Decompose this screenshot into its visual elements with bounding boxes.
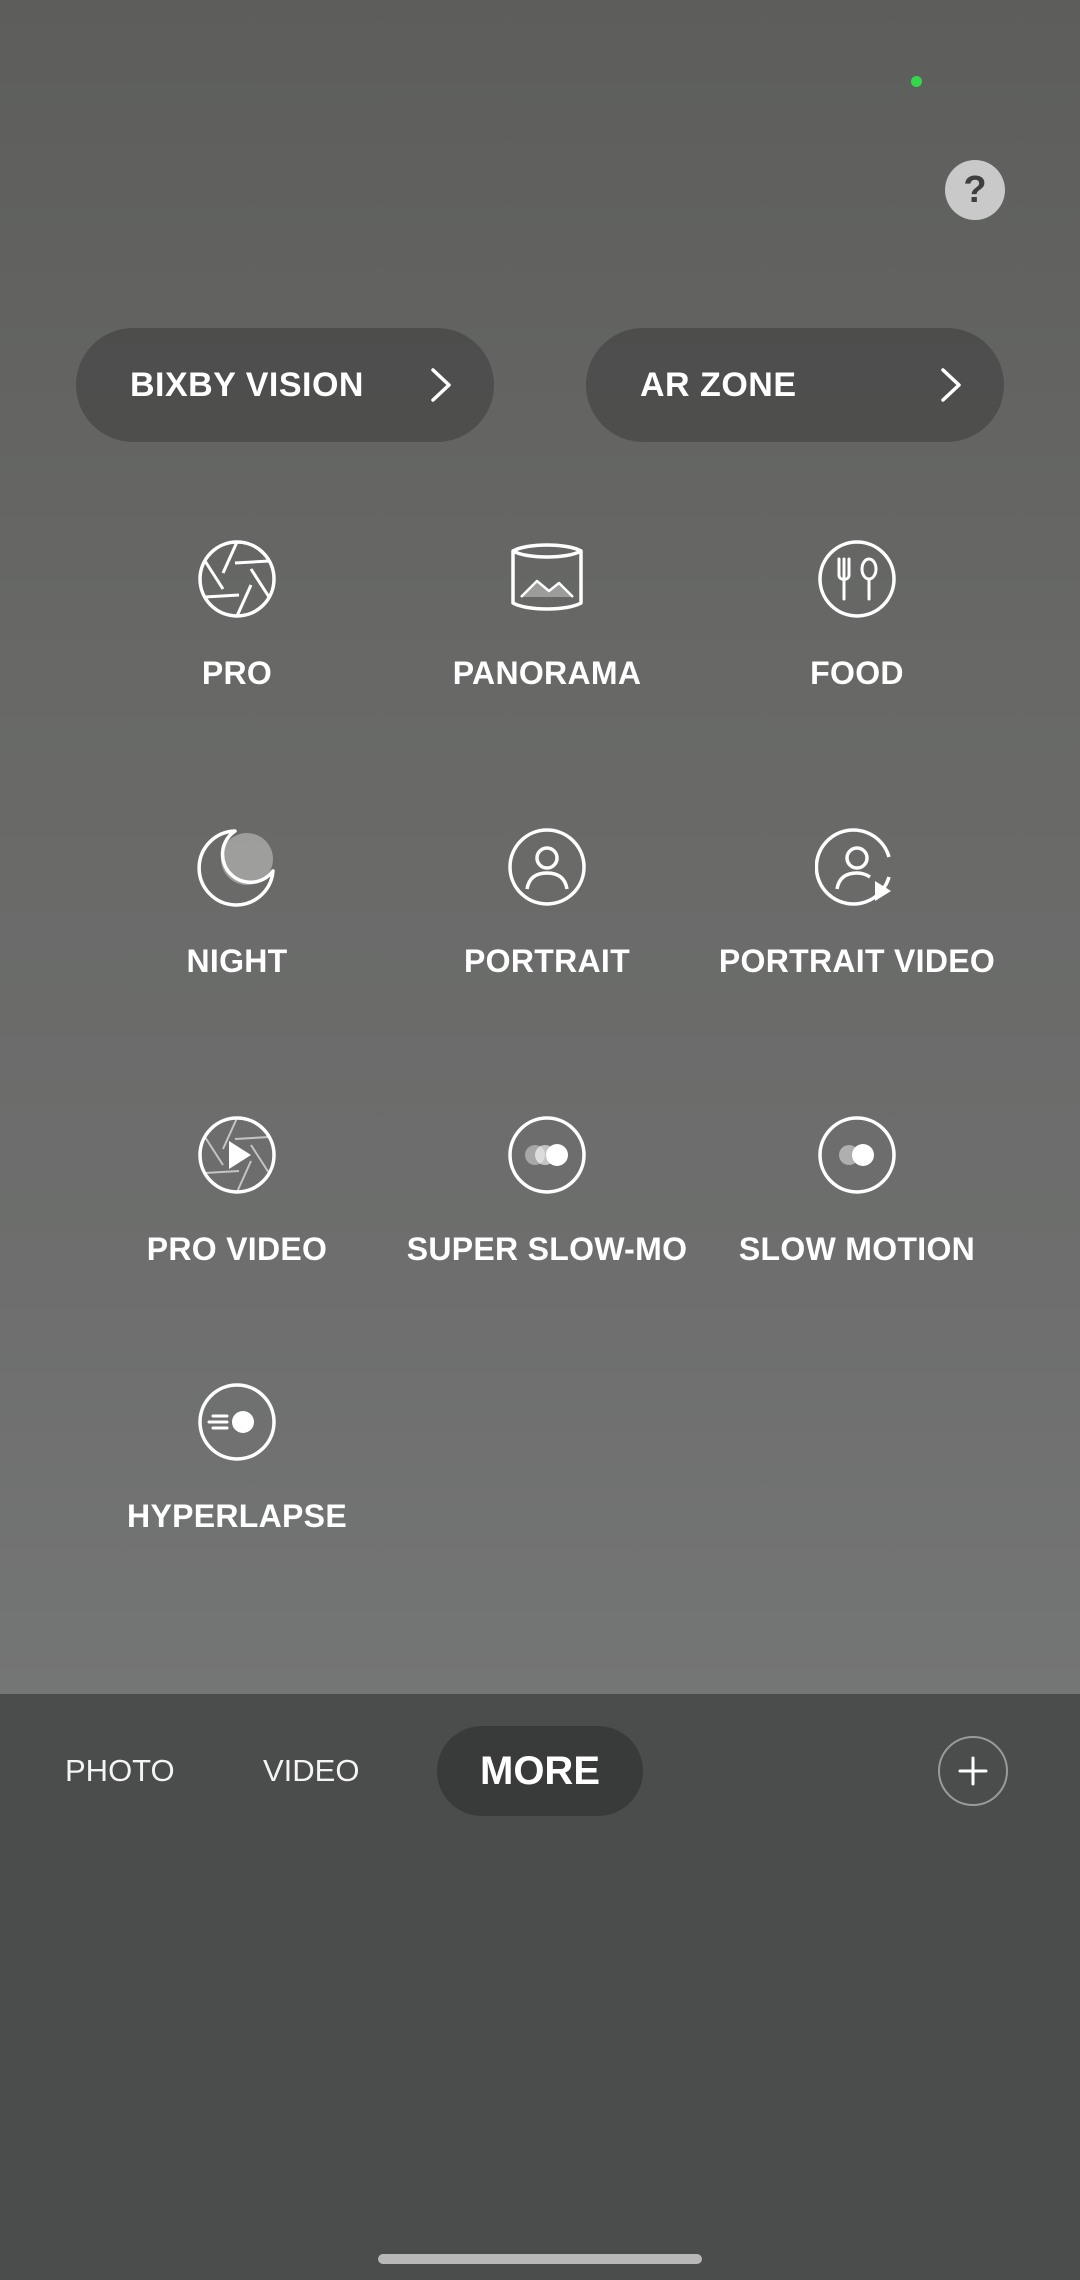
mode-portrait[interactable]: PORTRAIT — [387, 825, 707, 980]
slow-motion-icon — [818, 1116, 896, 1194]
mode-pro-video[interactable]: PRO VIDEO — [77, 1113, 397, 1268]
mode-night[interactable]: NIGHT — [77, 825, 397, 980]
food-icon — [818, 540, 896, 618]
portrait-icon — [508, 828, 586, 906]
mode-label: PANORAMA — [452, 655, 642, 691]
aperture-icon — [198, 540, 276, 618]
tab-more-label: MORE — [480, 1748, 600, 1793]
chevron-right-icon — [431, 368, 451, 402]
ar-zone-button[interactable]: AR ZONE — [586, 328, 1004, 442]
mode-slow-motion[interactable]: SLOW MOTION — [697, 1113, 1017, 1268]
pro-video-icon — [198, 1116, 276, 1194]
mode-label: HYPERLAPSE — [127, 1498, 347, 1534]
mode-label: PRO VIDEO — [146, 1231, 328, 1267]
mode-super-slow-mo[interactable]: SUPER SLOW-MO — [387, 1113, 707, 1268]
portrait-video-icon — [815, 828, 891, 906]
mode-panorama[interactable]: PANORAMA — [387, 537, 707, 692]
mode-food[interactable]: FOOD — [697, 537, 1017, 692]
mode-label: SUPER SLOW-MO — [406, 1231, 688, 1267]
mode-label: PRO — [201, 655, 273, 691]
mode-label: SLOW MOTION — [738, 1231, 976, 1267]
mode-label: PORTRAIT — [464, 943, 630, 979]
add-mode-button[interactable] — [938, 1736, 1008, 1806]
privacy-indicator-dot — [911, 76, 922, 87]
help-question-icon: ? — [963, 168, 987, 211]
mode-hyperlapse[interactable]: HYPERLAPSE — [77, 1380, 397, 1535]
bixby-vision-label: BIXBY VISION — [130, 365, 364, 404]
ar-zone-label: AR ZONE — [640, 365, 797, 404]
hyperlapse-icon — [198, 1383, 276, 1461]
panorama-icon — [511, 543, 583, 611]
tab-photo[interactable]: PHOTO — [65, 1742, 175, 1800]
mode-pro[interactable]: PRO — [77, 537, 397, 692]
super-slow-mo-icon — [508, 1116, 586, 1194]
plus-icon — [958, 1756, 988, 1786]
chevron-right-icon — [941, 368, 961, 402]
mode-label: PORTRAIT VIDEO — [718, 943, 996, 979]
home-indicator[interactable] — [378, 2254, 702, 2264]
help-button[interactable]: ? — [945, 160, 1005, 220]
mode-label: NIGHT — [186, 943, 288, 979]
mode-label: FOOD — [810, 655, 904, 691]
moon-icon — [197, 829, 275, 907]
tab-video[interactable]: VIDEO — [263, 1742, 359, 1800]
bixby-vision-button[interactable]: BIXBY VISION — [76, 328, 494, 442]
tab-more[interactable]: MORE — [437, 1726, 643, 1816]
mode-portrait-video[interactable]: PORTRAIT VIDEO — [697, 825, 1017, 980]
